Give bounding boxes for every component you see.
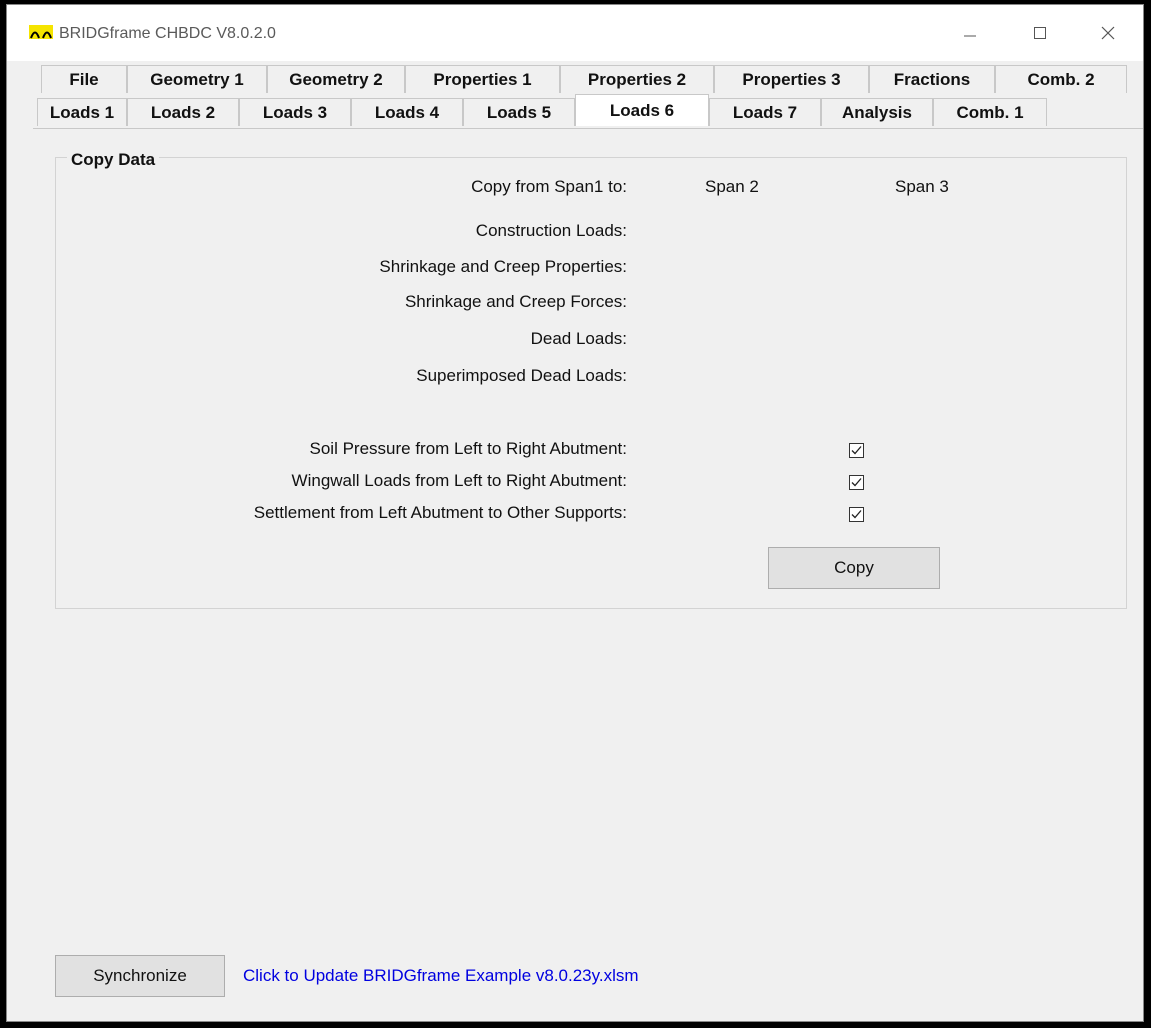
window-title: BRIDGframe CHBDC V8.0.2.0 — [59, 25, 276, 42]
close-icon — [1101, 26, 1115, 40]
tab-geometry-1[interactable]: Geometry 1 — [127, 65, 267, 93]
settlement-label: Settlement from Left Abutment to Other S… — [253, 503, 627, 522]
tab-loads-5[interactable]: Loads 5 — [463, 98, 575, 126]
title-bar[interactable]: BRIDGframe CHBDC V8.0.2.0 — [7, 5, 1143, 61]
span-2-column-header: Span 2 — [705, 177, 759, 196]
tab-properties-1[interactable]: Properties 1 — [405, 65, 560, 93]
tab-label: Loads 4 — [374, 102, 440, 122]
copy-button[interactable]: Copy — [768, 547, 940, 589]
copy-button-label: Copy — [834, 558, 874, 577]
tab-label: Properties 1 — [433, 69, 532, 89]
tab-loads-4[interactable]: Loads 4 — [351, 98, 463, 126]
close-button[interactable] — [1085, 13, 1131, 53]
checkmark-icon — [851, 478, 862, 487]
construction-loads-label: Construction Loads: — [475, 221, 627, 240]
tab-fractions[interactable]: Fractions — [869, 65, 995, 93]
app-window: BRIDGframe CHBDC V8.0.2.0 File Geometry … — [6, 4, 1144, 1022]
maximize-button[interactable] — [1017, 13, 1063, 53]
tab-loads-2[interactable]: Loads 2 — [127, 98, 239, 126]
tab-loads-6[interactable]: Loads 6 — [575, 94, 709, 126]
tab-properties-2[interactable]: Properties 2 — [560, 65, 714, 93]
tab-label: Loads 3 — [262, 102, 328, 122]
tab-label: Geometry 2 — [289, 69, 383, 89]
superimposed-dead-loads-label: Superimposed Dead Loads: — [416, 366, 627, 385]
tab-label: Properties 2 — [587, 69, 687, 89]
checkmark-icon — [851, 446, 862, 455]
tab-label: Geometry 1 — [150, 69, 244, 89]
copy-data-group-title: Copy Data — [67, 150, 160, 170]
bridge-app-icon — [29, 25, 53, 39]
tab-label: Analysis — [842, 102, 912, 122]
span-3-column-header: Span 3 — [895, 177, 949, 196]
minimize-button[interactable] — [947, 13, 993, 53]
tab-loads-7[interactable]: Loads 7 — [709, 98, 821, 126]
tab-label: Loads 2 — [150, 102, 216, 122]
tab-loads-1[interactable]: Loads 1 — [37, 98, 127, 126]
tab-label: Loads 5 — [486, 102, 552, 122]
tab-geometry-2[interactable]: Geometry 2 — [267, 65, 405, 93]
minimize-icon — [964, 35, 976, 37]
synchronize-button-label: Synchronize — [93, 966, 187, 985]
tab-panel-border — [33, 128, 1143, 129]
wingwall-loads-checkbox[interactable] — [849, 475, 864, 490]
wingwall-loads-label: Wingwall Loads from Left to Right Abutme… — [291, 471, 627, 490]
tab-label: File — [69, 69, 99, 89]
maximize-icon — [1034, 27, 1046, 39]
copy-from-span1-label: Copy from Span1 to: — [471, 177, 627, 196]
dead-loads-label: Dead Loads: — [530, 329, 627, 348]
tab-analysis[interactable]: Analysis — [821, 98, 933, 126]
tab-label: Loads 1 — [49, 102, 115, 122]
tab-label: Comb. 2 — [1027, 69, 1095, 89]
tab-label: Loads 6 — [609, 100, 675, 120]
synchronize-button[interactable]: Synchronize — [55, 955, 225, 997]
tab-loads-3[interactable]: Loads 3 — [239, 98, 351, 126]
checkmark-icon — [851, 510, 862, 519]
shrinkage-creep-forces-label: Shrinkage and Creep Forces: — [404, 292, 627, 311]
shrinkage-creep-properties-label: Shrinkage and Creep Properties: — [379, 257, 627, 276]
tab-file[interactable]: File — [41, 65, 127, 93]
soil-pressure-label: Soil Pressure from Left to Right Abutmen… — [309, 439, 627, 458]
update-example-link[interactable]: Click to Update BRIDGframe Example v8.0.… — [243, 966, 639, 986]
soil-pressure-checkbox[interactable] — [849, 443, 864, 458]
tab-label: Comb. 1 — [956, 102, 1024, 122]
tab-label: Properties 3 — [742, 69, 841, 89]
settlement-checkbox[interactable] — [849, 507, 864, 522]
tab-label: Fractions — [893, 69, 971, 89]
tab-comb-1[interactable]: Comb. 1 — [933, 98, 1047, 126]
tab-properties-3[interactable]: Properties 3 — [714, 65, 869, 93]
tab-comb-2[interactable]: Comb. 2 — [995, 65, 1127, 93]
tab-label: Loads 7 — [732, 102, 798, 122]
